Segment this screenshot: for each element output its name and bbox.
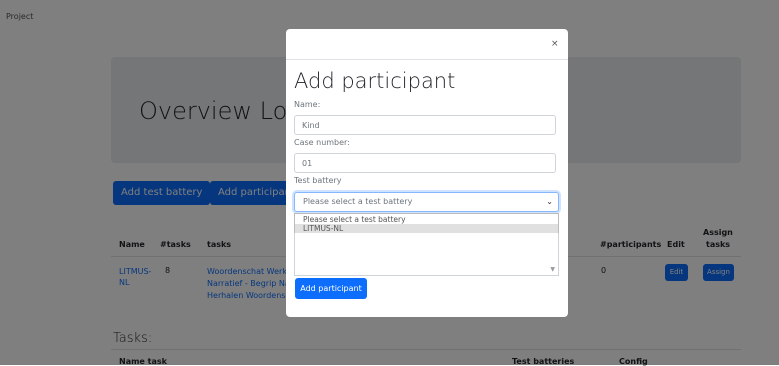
close-icon[interactable]: × <box>551 39 559 49</box>
modal-title: Add participant <box>294 69 456 93</box>
test-battery-select[interactable]: Please select a test battery ⌄ <box>294 192 559 212</box>
dropdown-option[interactable]: LITMUS-NL <box>303 224 343 233</box>
options-list-area[interactable]: ▼ <box>294 233 559 276</box>
name-label: Name: <box>294 100 321 109</box>
add-participant-modal: × Add participant Name: Kind Case number… <box>286 29 568 317</box>
case-number-label: Case number: <box>294 138 350 147</box>
dropdown-option[interactable]: Please select a test battery <box>303 215 406 224</box>
submit-participant-button[interactable]: Add participant <box>295 278 367 299</box>
scroll-down-icon[interactable]: ▼ <box>550 266 555 273</box>
test-battery-label: Test battery <box>294 176 342 185</box>
test-battery-selected-value: Please select a test battery <box>303 197 413 206</box>
chevron-down-icon: ⌄ <box>546 197 553 206</box>
modal-header-divider <box>286 59 568 60</box>
name-input[interactable]: Kind <box>294 115 556 135</box>
case-number-input[interactable]: 01 <box>294 153 556 173</box>
test-battery-dropdown: Please select a test battery LITMUS-NL <box>294 213 559 233</box>
